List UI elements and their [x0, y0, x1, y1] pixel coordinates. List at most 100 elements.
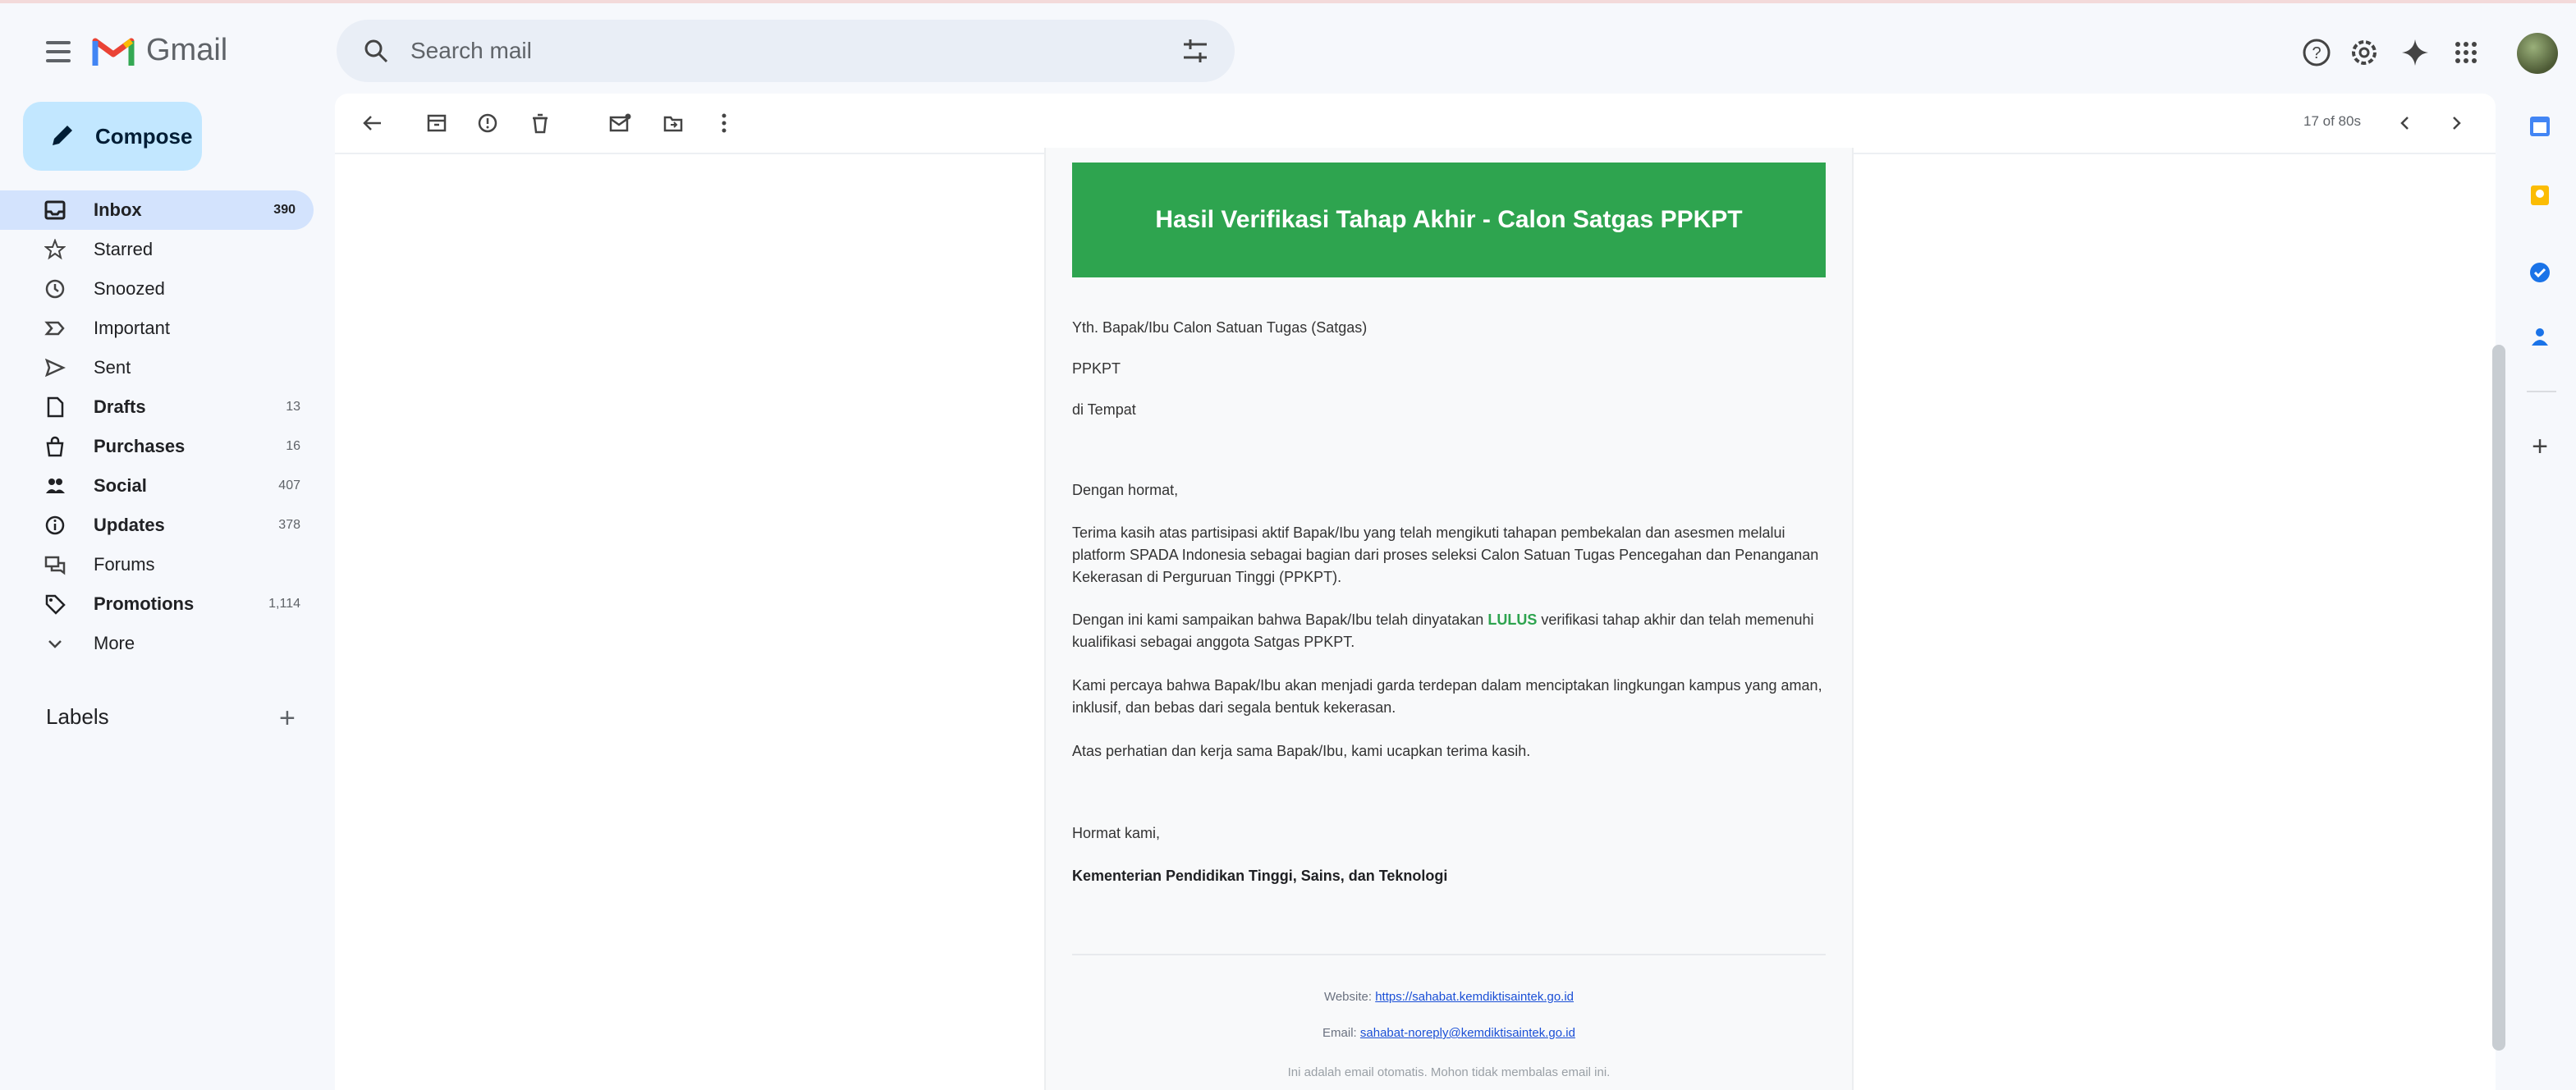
sidebar-item-social[interactable]: Social 407: [0, 466, 320, 506]
greeting: Dengan hormat,: [1072, 482, 1179, 498]
signature: Kementerian Pendidikan Tinggi, Sains, da…: [1072, 868, 1448, 884]
recipient-line-2: PPKPT: [1072, 360, 1121, 377]
sidebar-item-label: Updates: [94, 515, 165, 535]
sidebar-item-label: Drafts: [94, 396, 146, 417]
sidebar-item-label: Starred: [94, 239, 154, 259]
email-banner-title: Hasil Verifikasi Tahap Akhir - Calon Sat…: [1155, 206, 1743, 233]
help-icon[interactable]: ?: [2299, 34, 2335, 71]
rail-divider: [2527, 391, 2556, 392]
svg-text:?: ?: [2312, 44, 2321, 62]
add-label-button[interactable]: +: [279, 703, 296, 735]
sidebar-item-count: 407: [278, 479, 300, 492]
sidebar-item-label: More: [94, 633, 135, 653]
sidebar-item-label: Promotions: [94, 593, 195, 614]
get-addons-plus-icon[interactable]: +: [2523, 430, 2556, 463]
tasks-icon[interactable]: [2523, 256, 2556, 289]
footer-email-label: Email:: [1322, 1026, 1357, 1040]
move-to-folder-icon[interactable]: [658, 108, 688, 138]
report-spam-icon[interactable]: [473, 108, 502, 138]
gmail-logo[interactable]: Gmail: [92, 33, 227, 68]
star-icon: [43, 237, 67, 262]
purchases-icon: [43, 434, 67, 459]
mark-unread-icon[interactable]: [606, 108, 635, 138]
calendar-icon[interactable]: [2523, 110, 2556, 143]
sidebar-nav: Inbox 390 Starred Snoozed Important Sent…: [0, 190, 320, 663]
sidebar-item-label: Purchases: [94, 436, 186, 456]
recipient-line-1: Yth. Bapak/Ibu Calon Satuan Tugas (Satga…: [1072, 319, 1368, 336]
email-body: Hasil Verifikasi Tahap Akhir - Calon Sat…: [1044, 148, 1854, 1090]
sidebar-item-label: Social: [94, 475, 147, 496]
sidebar-item-count: 390: [273, 203, 296, 217]
sidebar-item-label: Snoozed: [94, 278, 165, 299]
account-avatar[interactable]: [2517, 33, 2558, 74]
sidebar-item-count: 1,114: [268, 597, 300, 611]
search-options-icon[interactable]: [1179, 34, 1212, 67]
gemini-sparkle-icon[interactable]: [2397, 34, 2433, 71]
search-bar[interactable]: [337, 20, 1235, 82]
important-icon: [43, 316, 67, 341]
closing: Hormat kami,: [1072, 825, 1161, 841]
sidebar-item-count: 13: [286, 400, 300, 414]
top-accent-line: [0, 0, 2576, 3]
social-icon: [43, 474, 67, 498]
info-icon: [43, 513, 67, 538]
recipient-line-3: di Tempat: [1072, 401, 1136, 418]
sidebar-item-count: 16: [286, 439, 300, 453]
website-link[interactable]: https://sahabat.kemdiktisaintek.go.id: [1375, 990, 1574, 1004]
footer-website: Website: https://sahabat.kemdiktisaintek…: [1072, 990, 1826, 1004]
footer-note: Ini adalah email otomatis. Mohon tidak m…: [1287, 1065, 1611, 1079]
message-toolbar: 17 of 80s: [335, 94, 2496, 154]
message-scrollbar[interactable]: [2492, 345, 2505, 1051]
draft-icon: [43, 395, 67, 419]
contacts-icon[interactable]: [2523, 320, 2556, 353]
sidebar-item-count: 378: [278, 518, 300, 532]
sidebar-item-purchases[interactable]: Purchases 16: [0, 427, 320, 466]
delete-trash-icon[interactable]: [525, 108, 555, 138]
compose-button[interactable]: Compose: [23, 102, 202, 171]
labels-heading: Labels: [46, 704, 109, 729]
sidebar-item-starred[interactable]: Starred: [0, 230, 320, 269]
more-options-icon[interactable]: [709, 108, 739, 138]
paragraph-1: Terima kasih atas partisipasi aktif Bapa…: [1072, 524, 1819, 585]
tag-icon: [43, 592, 67, 616]
lulus-highlight: LULUS: [1487, 611, 1538, 628]
newer-chevron-left-icon[interactable]: [2390, 108, 2420, 138]
footer-divider: [1072, 954, 1826, 955]
archive-icon[interactable]: [422, 108, 451, 138]
sidebar-item-label: Inbox: [94, 199, 142, 220]
settings-gear-icon[interactable]: [2346, 34, 2382, 71]
forum-icon: [43, 552, 67, 577]
search-input[interactable]: [409, 37, 1151, 65]
sidebar-item-forums[interactable]: Forums: [0, 545, 320, 584]
app-name: Gmail: [146, 33, 228, 67]
send-icon: [43, 355, 67, 380]
main-menu-button[interactable]: [46, 41, 71, 62]
email-link[interactable]: sahabat-noreply@kemdiktisaintek.go.id: [1360, 1026, 1575, 1040]
sidebar-item-more[interactable]: More: [0, 624, 320, 663]
sidebar-item-important[interactable]: Important: [0, 309, 320, 348]
search-icon[interactable]: [360, 34, 392, 67]
keep-notes-icon[interactable]: [2523, 179, 2556, 212]
footer-email: Email: sahabat-noreply@kemdiktisaintek.g…: [1072, 1026, 1826, 1040]
back-arrow-icon[interactable]: [358, 108, 387, 138]
footer-website-label: Website:: [1323, 990, 1373, 1004]
compose-label: Compose: [95, 123, 193, 149]
sidebar-item-drafts[interactable]: Drafts 13: [0, 387, 320, 427]
paragraph-4: Atas perhatian dan kerja sama Bapak/Ibu,…: [1072, 743, 1531, 759]
sidebar-item-label: Important: [94, 318, 170, 338]
sidebar-item-updates[interactable]: Updates 378: [0, 506, 320, 545]
older-chevron-right-icon[interactable]: [2441, 108, 2471, 138]
sidebar-item-promotions[interactable]: Promotions 1,114: [0, 584, 320, 624]
sidebar-item-inbox[interactable]: Inbox 390: [0, 190, 314, 230]
pagination-text: 17 of 80s: [2303, 113, 2361, 129]
email-banner: Hasil Verifikasi Tahap Akhir - Calon Sat…: [1072, 163, 1826, 277]
inbox-icon: [43, 198, 67, 222]
pencil-icon: [53, 126, 72, 145]
chevron-down-icon: [43, 631, 67, 656]
sidebar-item-sent[interactable]: Sent: [0, 348, 320, 387]
sidebar-item-snoozed[interactable]: Snoozed: [0, 269, 320, 309]
paragraph-2-start: Dengan ini kami sampaikan bahwa Bapak/Ib…: [1072, 611, 1488, 628]
paragraph-3: Kami percaya bahwa Bapak/Ibu akan menjad…: [1072, 677, 1822, 716]
apps-grid-icon[interactable]: [2448, 34, 2484, 71]
paragraph-2: Dengan ini kami sampaikan bahwa Bapak/Ib…: [1072, 609, 1827, 653]
